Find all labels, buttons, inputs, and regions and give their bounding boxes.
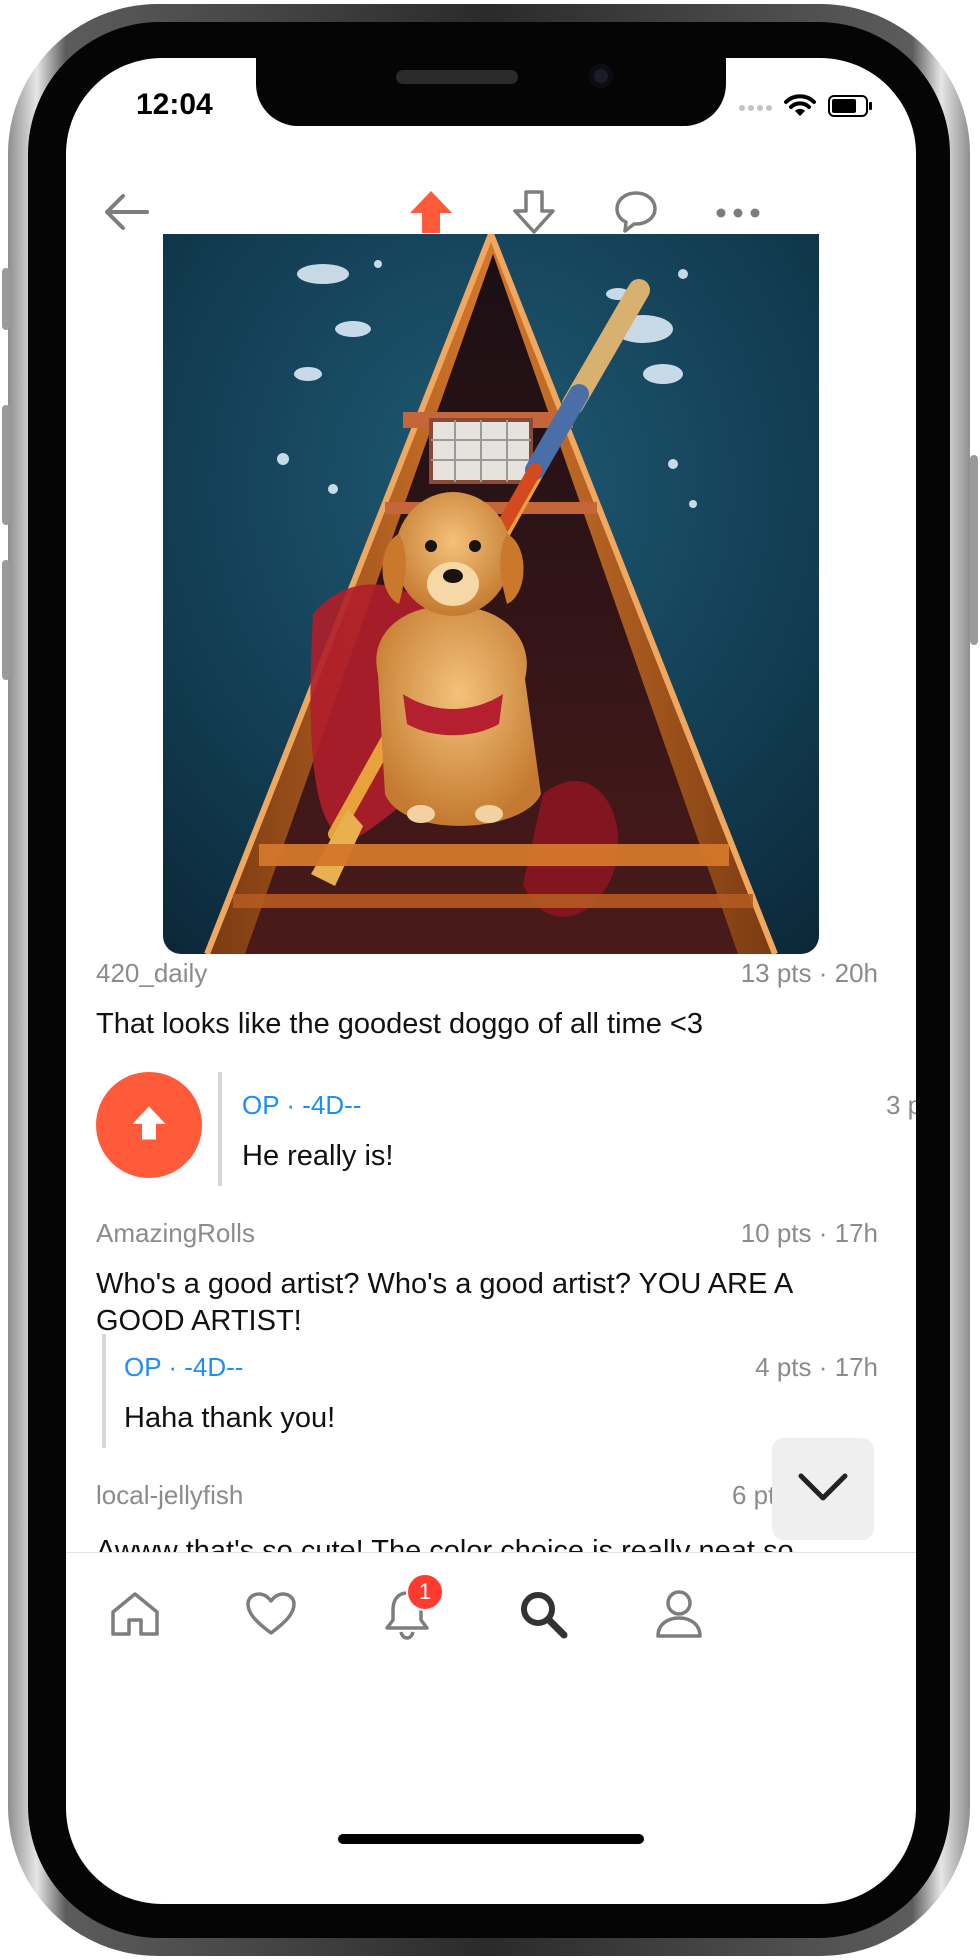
- status-time: 12:04: [136, 88, 213, 121]
- home-icon: [109, 1590, 161, 1643]
- tab-search[interactable]: [498, 1571, 588, 1661]
- op-tag: OP · -4D--: [242, 1090, 362, 1120]
- search-icon: [518, 1589, 568, 1644]
- tab-favorites[interactable]: [226, 1571, 316, 1661]
- comment-author[interactable]: local-jellyfish: [96, 1480, 243, 1511]
- upvote-fab[interactable]: [96, 1072, 202, 1178]
- arrow-up-icon: [408, 189, 454, 240]
- comment-meta: 6 pt: [732, 1480, 776, 1510]
- comment-author[interactable]: AmazingRolls: [96, 1218, 255, 1249]
- status-icons: [738, 94, 874, 123]
- reply-meta: 4 pts · 17h: [755, 1352, 878, 1382]
- comment-meta: 10 pts · 17h: [740, 1218, 878, 1248]
- home-indicator[interactable]: [338, 1834, 644, 1844]
- post-image[interactable]: [163, 234, 819, 954]
- app-screen: 12:04 420_daily 13 pts · 20h That looks …: [66, 58, 916, 1904]
- arrow-up-icon: [129, 1103, 169, 1148]
- phone-bezel: 12:04 420_daily 13 pts · 20h That looks …: [28, 22, 950, 1938]
- side-button-volume-up: [2, 405, 10, 525]
- profile-icon: [653, 1588, 705, 1645]
- dog-in-canoe-illustration: [163, 234, 819, 954]
- scroll-down-button[interactable]: [772, 1438, 874, 1540]
- chevron-down-icon: [797, 1472, 849, 1507]
- notch: [256, 58, 726, 126]
- speaker-grill: [396, 70, 518, 84]
- reply-text: Haha thank you!: [124, 1402, 336, 1434]
- op-tag: OP · -4D--: [124, 1352, 244, 1382]
- tab-notifications[interactable]: 1: [362, 1571, 452, 1661]
- front-camera: [589, 64, 613, 88]
- back-button[interactable]: [86, 174, 166, 254]
- comment-text: Who's a good artist? Who's a good artist…: [96, 1268, 792, 1337]
- comment-text: That looks like the goodest doggo of all…: [96, 1008, 703, 1040]
- side-button-volume-down: [2, 560, 10, 680]
- tab-bar: 1: [66, 1552, 916, 1727]
- wifi-icon: [784, 94, 816, 123]
- reply-meta: 3 p: [886, 1090, 916, 1120]
- reply-text: He really is!: [242, 1140, 394, 1172]
- reply-indent-bar: [102, 1334, 106, 1448]
- speech-bubble-icon: [613, 190, 659, 239]
- tab-profile[interactable]: [634, 1571, 724, 1661]
- reply-indent-bar: [218, 1072, 222, 1186]
- signal-icon: [738, 100, 772, 118]
- arrow-down-icon: [511, 189, 557, 240]
- comment-author[interactable]: 420_daily: [96, 958, 207, 989]
- heart-icon: [245, 1591, 297, 1642]
- ellipsis-icon: [716, 205, 760, 223]
- battery-icon: [828, 94, 874, 123]
- side-button-power: [970, 455, 978, 645]
- side-button-silent: [2, 268, 10, 330]
- comment-meta: 13 pts · 20h: [740, 958, 878, 988]
- notification-badge: 1: [406, 1573, 444, 1611]
- tab-home[interactable]: [90, 1571, 180, 1661]
- arrow-left-icon: [103, 192, 149, 237]
